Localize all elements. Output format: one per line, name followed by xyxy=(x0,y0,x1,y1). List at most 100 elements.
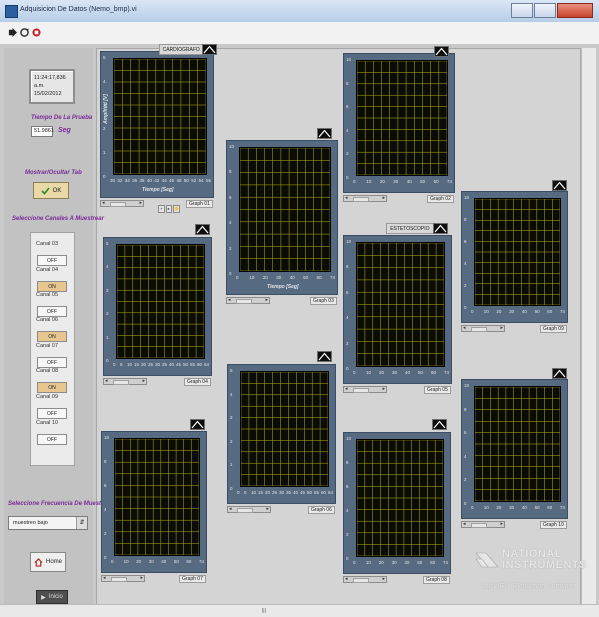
scroll-right-icon[interactable]: ▸ xyxy=(139,201,142,206)
scroll-right-icon[interactable]: ▸ xyxy=(382,387,385,392)
x-tick-label: 10 xyxy=(249,275,255,280)
x-tick-label: 35 xyxy=(162,362,168,367)
graph-label: Graph 10 xyxy=(540,521,567,529)
scroll-right-icon[interactable]: ▸ xyxy=(382,577,385,582)
graph-scrollbar[interactable]: ◂ ▸ xyxy=(461,521,505,528)
ok-label: OK xyxy=(52,187,62,194)
scroll-left-icon[interactable]: ◂ xyxy=(345,387,348,392)
x-tick-label: 50 xyxy=(183,178,189,183)
scroll-left-icon[interactable]: ◂ xyxy=(463,522,466,527)
channel-label: Canal 03 xyxy=(36,241,59,247)
y-tick-label: 2 xyxy=(464,477,467,483)
graph-scrollbar[interactable]: ◂ ▸ xyxy=(343,576,387,583)
y-tick-label: 0 xyxy=(346,556,349,561)
plot-legend-icon[interactable] xyxy=(552,368,567,379)
graph-scrollbar[interactable]: ◂ ▸ xyxy=(100,200,144,207)
scroll-thumb[interactable] xyxy=(236,299,252,304)
plot-legend-icon[interactable] xyxy=(195,224,210,235)
x-tick-label: 60 xyxy=(433,179,439,184)
x-tick-label: 50 xyxy=(173,559,179,564)
channel-toggle-button[interactable]: OFF xyxy=(37,306,67,317)
scroll-thumb[interactable] xyxy=(353,388,369,393)
x-tick-label: 25 xyxy=(148,362,154,367)
y-tick-label: 8 xyxy=(464,217,467,222)
scroll-thumb[interactable] xyxy=(471,327,487,332)
scroll-thumb[interactable] xyxy=(471,523,487,528)
plot-legend-icon[interactable] xyxy=(432,419,447,430)
scroll-right-icon[interactable]: ▸ xyxy=(382,196,385,201)
scroll-left-icon[interactable]: ◂ xyxy=(105,379,108,384)
close-button[interactable] xyxy=(557,3,593,18)
scroll-thumb[interactable] xyxy=(111,577,127,582)
channel-toggle-button[interactable]: OFF xyxy=(37,357,67,368)
graph-palette[interactable]: + ▸ ✋ xyxy=(158,205,181,213)
y-tick-label: 4 xyxy=(346,508,349,513)
x-tick-label: 10 xyxy=(483,309,489,314)
scroll-thumb[interactable] xyxy=(353,578,369,583)
channel-toggle-button[interactable]: ON xyxy=(37,331,67,342)
scroll-right-icon[interactable]: ▸ xyxy=(500,326,503,331)
graph-scrollbar[interactable]: ◂ ▸ xyxy=(461,325,505,332)
home-button[interactable]: Home xyxy=(30,552,66,572)
scroll-thumb[interactable] xyxy=(237,508,253,513)
graph-scrollbar[interactable]: ◂ ▸ xyxy=(103,378,147,385)
scroll-right-icon[interactable]: ▸ xyxy=(500,522,503,527)
scroll-left-icon[interactable]: ◂ xyxy=(229,507,232,512)
graph-scrollbar[interactable]: ◂ ▸ xyxy=(226,297,270,304)
zoom-cursor-icon[interactable]: + xyxy=(158,205,165,213)
channel-toggle-button[interactable]: ON xyxy=(37,281,67,292)
zoom-tool-icon[interactable]: ▸ xyxy=(165,205,173,213)
channel-toggle-button[interactable]: ON xyxy=(37,382,67,393)
updown-arrows-icon[interactable]: ⇵ xyxy=(76,517,87,529)
x-tick-label: 0 xyxy=(113,362,116,367)
abort-stop-icon[interactable] xyxy=(32,28,41,37)
scroll-right-icon[interactable]: ▸ xyxy=(266,507,269,512)
ok-button[interactable]: OK xyxy=(33,182,69,199)
vertical-scrollbar[interactable] xyxy=(581,48,596,604)
y-tick-label: 8 xyxy=(104,459,107,464)
scroll-thumb[interactable] xyxy=(110,202,126,207)
run-arrow-icon[interactable] xyxy=(8,28,17,37)
x-tick-label: 52 xyxy=(191,178,197,183)
x-tick-label: 50 xyxy=(418,370,424,375)
scroll-left-icon[interactable]: ◂ xyxy=(103,576,106,581)
channel-toggle-button[interactable]: OFF xyxy=(37,434,67,445)
scroll-right-icon[interactable]: ▸ xyxy=(142,379,145,384)
scroll-right-icon[interactable]: ▸ xyxy=(265,298,268,303)
plot-legend-icon[interactable] xyxy=(433,223,448,234)
scroll-thumb[interactable] xyxy=(353,197,369,202)
plot-legend-icon[interactable] xyxy=(317,351,332,362)
x-tick-label: 56 xyxy=(206,178,212,183)
x-tick-label: 74 xyxy=(447,179,453,184)
frequency-select[interactable]: muestreo bajo ⇵ xyxy=(8,516,88,530)
pan-tool-icon[interactable]: ✋ xyxy=(173,205,181,213)
start-label: Inicio xyxy=(48,594,63,600)
scroll-left-icon[interactable]: ◂ xyxy=(102,201,105,206)
channel-toggle-button[interactable]: OFF xyxy=(37,408,67,419)
scroll-left-icon[interactable]: ◂ xyxy=(228,298,231,303)
channel-toggle-button[interactable]: OFF xyxy=(37,255,67,266)
graph-scrollbar[interactable]: ◂ ▸ xyxy=(343,195,387,202)
graph-scrollbar[interactable]: ◂ ▸ xyxy=(343,386,387,393)
graph-scrollbar[interactable]: ◂ ▸ xyxy=(101,575,145,582)
start-button[interactable]: ▶ Inicio xyxy=(36,590,68,604)
graph-scrollbar[interactable]: ◂ ▸ xyxy=(227,506,271,513)
scroll-grip-icon[interactable]: ||| xyxy=(262,608,266,614)
plot-legend-icon[interactable] xyxy=(317,128,332,139)
scroll-right-icon[interactable]: ▸ xyxy=(140,576,143,581)
scroll-left-icon[interactable]: ◂ xyxy=(345,196,348,201)
scroll-left-icon[interactable]: ◂ xyxy=(463,326,466,331)
horizontal-scrollbar[interactable]: ||| xyxy=(0,604,599,617)
minimize-button[interactable] xyxy=(511,3,533,18)
y-tick-label: 1 xyxy=(230,462,233,468)
maximize-button[interactable] xyxy=(534,3,556,18)
run-continuously-icon[interactable] xyxy=(20,28,29,37)
plot-legend-icon[interactable] xyxy=(190,419,205,430)
plot-legend-icon[interactable] xyxy=(202,44,217,55)
scroll-thumb[interactable] xyxy=(113,380,129,385)
x-tick-label: 20 xyxy=(378,560,384,565)
plot-area xyxy=(116,244,205,359)
plot-legend-icon[interactable] xyxy=(552,180,567,191)
scroll-left-icon[interactable]: ◂ xyxy=(345,577,348,582)
plot-legend-icon[interactable] xyxy=(434,46,449,57)
